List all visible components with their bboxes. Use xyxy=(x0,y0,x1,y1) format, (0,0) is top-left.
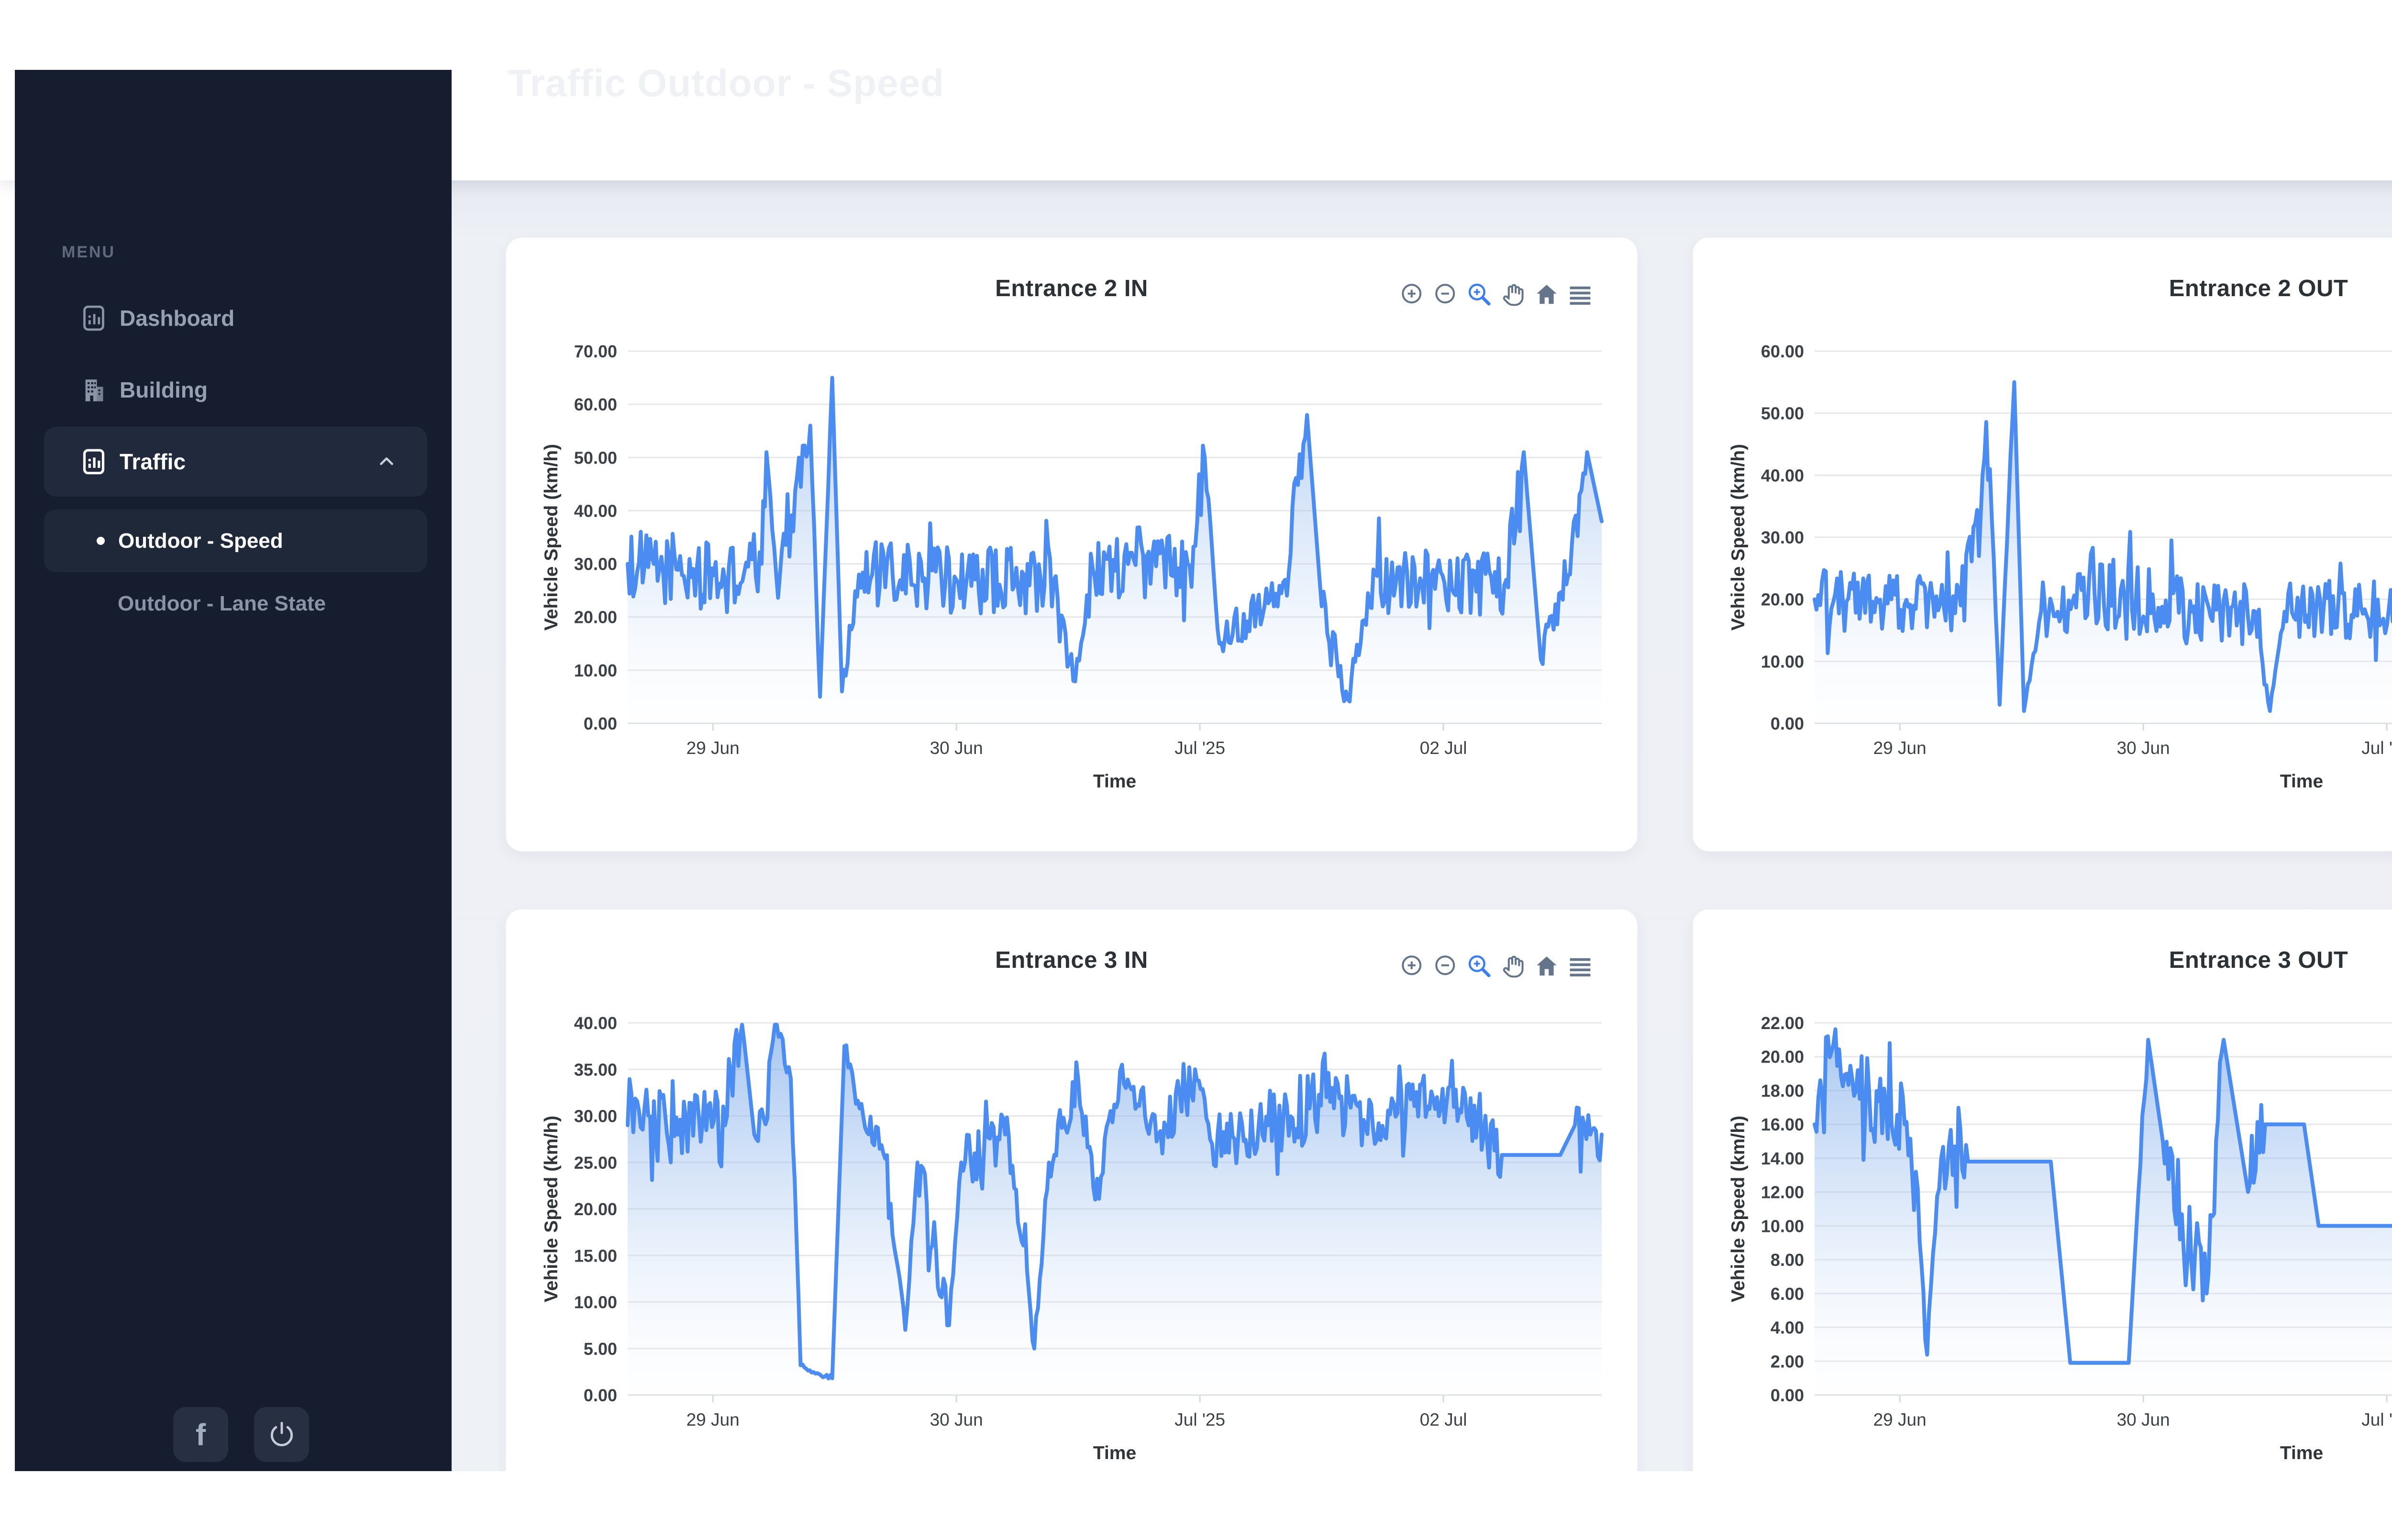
y-tick-label: 0.00 xyxy=(584,714,617,733)
x-tick-label: 30 Jun xyxy=(2117,1410,2170,1429)
y-tick-label: 18.00 xyxy=(1761,1081,1804,1100)
y-tick-label: 2.00 xyxy=(1771,1352,1804,1371)
chart-card-entrance-2-out: Entrance 2 OUT 0.0010.0020.0030.0040.005… xyxy=(1693,237,2392,852)
y-tick-label: 8.00 xyxy=(1771,1250,1804,1270)
y-tick-label: 20.00 xyxy=(574,608,617,627)
y-tick-label: 20.00 xyxy=(574,1199,617,1219)
y-tick-label: 30.00 xyxy=(574,554,617,574)
y-tick-label: 10.00 xyxy=(574,1293,617,1312)
facebook-button[interactable]: f xyxy=(173,1407,228,1462)
y-tick-label: 16.00 xyxy=(1761,1115,1804,1134)
y-tick-label: 25.00 xyxy=(574,1153,617,1173)
y-tick-label: 50.00 xyxy=(1761,404,1804,423)
y-tick-label: 0.00 xyxy=(1771,1385,1804,1405)
sidebar-item-label: Traffic xyxy=(120,449,186,475)
x-tick-label: 29 Jun xyxy=(687,1410,740,1429)
y-tick-label: 5.00 xyxy=(584,1339,617,1359)
y-tick-label: 50.00 xyxy=(574,448,617,467)
y-tick-label: 0.00 xyxy=(1771,714,1804,733)
x-tick-label: 29 Jun xyxy=(1873,738,1927,758)
x-tick-label: 02 Jul xyxy=(1420,1410,1467,1429)
x-tick-label: 02 Jul xyxy=(1420,738,1467,758)
y-tick-label: 12.00 xyxy=(1761,1183,1804,1202)
x-tick-label: Jul '25 xyxy=(2361,738,2392,758)
line-chart[interactable]: 0.00 2.00 4.00 6.00 8.00 10.00 12.00 14.00 16.00… xyxy=(1693,909,2392,1471)
chart-card-entrance-2-in: Entrance 2 IN 0.0010.0020.0030.0040.0050… xyxy=(506,237,1638,852)
x-tick-label: 29 Jun xyxy=(1873,1410,1927,1429)
y-tick-label: 20.00 xyxy=(1761,590,1804,609)
sidebar-item-outdoor-lane-state[interactable]: Outdoor - Lane State xyxy=(44,572,427,635)
y-tick-label: 14.00 xyxy=(1761,1149,1804,1168)
traffic-icon xyxy=(81,448,106,476)
chevron-up-icon xyxy=(376,451,398,473)
y-tick-label: 6.00 xyxy=(1771,1284,1804,1304)
y-tick-label: 0.00 xyxy=(584,1385,617,1405)
y-tick-label: 30.00 xyxy=(574,1107,617,1126)
y-tick-label: 40.00 xyxy=(574,1013,617,1033)
y-tick-label: 10.00 xyxy=(574,661,617,680)
y-axis-title: Vehicle Speed (km/h) xyxy=(541,444,562,631)
sidebar: MENU Dashboard Building xyxy=(15,70,452,1471)
dashboard-icon xyxy=(81,304,106,332)
building-icon xyxy=(81,376,106,404)
active-bullet-icon xyxy=(97,537,105,545)
sidebar-item-label: Dashboard xyxy=(120,305,234,331)
line-chart[interactable]: 0.00 10.00 20.00 30.00 40.00 50.00 60.00 29 Jun… xyxy=(1693,238,2392,852)
y-tick-label: 30.00 xyxy=(1761,528,1804,547)
y-tick-label: 10.00 xyxy=(1761,1216,1804,1236)
chart-card-entrance-3-in: Entrance 3 IN 0.005.0010.0015.0020.0025.… xyxy=(506,909,1638,1471)
y-tick-label: 40.00 xyxy=(574,501,617,521)
sidebar-subitem-label: Outdoor - Lane State xyxy=(118,592,326,616)
x-tick-label: Jul '25 xyxy=(1174,1410,1225,1429)
x-axis-title: Time xyxy=(1093,1443,1136,1464)
chart-card-entrance-3-out: Entrance 3 OUT 0.002.004.006.008.0010.00… xyxy=(1693,909,2392,1471)
y-axis-title: Vehicle Speed (km/h) xyxy=(1728,444,1749,631)
menu-section-label: MENU xyxy=(62,243,115,262)
sidebar-subitem-label: Outdoor - Speed xyxy=(118,529,283,553)
x-tick-label: Jul '25 xyxy=(2361,1410,2392,1429)
power-icon xyxy=(267,1420,297,1450)
y-tick-label: 20.00 xyxy=(1761,1047,1804,1067)
y-tick-label: 15.00 xyxy=(574,1246,617,1265)
x-axis-title: Time xyxy=(2280,771,2323,792)
x-tick-label: 30 Jun xyxy=(930,1410,983,1429)
x-axis-title: Time xyxy=(1093,771,1136,792)
sidebar-item-outdoor-speed[interactable]: Outdoor - Speed xyxy=(44,510,427,572)
y-tick-label: 10.00 xyxy=(1761,652,1804,671)
y-tick-label: 4.00 xyxy=(1771,1318,1804,1338)
y-tick-label: 60.00 xyxy=(574,395,617,414)
x-tick-label: Jul '25 xyxy=(1174,738,1225,758)
power-button[interactable] xyxy=(254,1407,309,1462)
y-tick-label: 40.00 xyxy=(1761,465,1804,485)
facebook-icon: f xyxy=(196,1417,206,1452)
y-tick-label: 60.00 xyxy=(1761,342,1804,361)
line-chart[interactable]: 0.00 5.00 10.00 15.00 20.00 25.00 30.00 35.00 40… xyxy=(506,909,1638,1471)
y-tick-label: 35.00 xyxy=(574,1060,617,1079)
y-tick-label: 70.00 xyxy=(574,342,617,361)
sidebar-item-building[interactable]: Building xyxy=(44,355,427,425)
sidebar-item-label: Building xyxy=(120,377,208,403)
y-tick-label: 22.00 xyxy=(1761,1013,1804,1033)
sidebar-item-traffic[interactable]: Traffic xyxy=(44,427,427,497)
y-axis-title: Vehicle Speed (km/h) xyxy=(1728,1116,1749,1302)
y-axis-title: Vehicle Speed (km/h) xyxy=(541,1116,562,1302)
page-title: Traffic Outdoor - Speed xyxy=(508,61,944,105)
line-chart[interactable]: 0.00 10.00 20.00 30.00 40.00 50.00 60.00 70.00 2… xyxy=(506,238,1638,852)
x-tick-label: 30 Jun xyxy=(2117,738,2170,758)
x-axis-title: Time xyxy=(2280,1443,2323,1464)
x-tick-label: 29 Jun xyxy=(687,738,740,758)
sidebar-item-dashboard[interactable]: Dashboard xyxy=(44,283,427,353)
x-tick-label: 30 Jun xyxy=(930,738,983,758)
